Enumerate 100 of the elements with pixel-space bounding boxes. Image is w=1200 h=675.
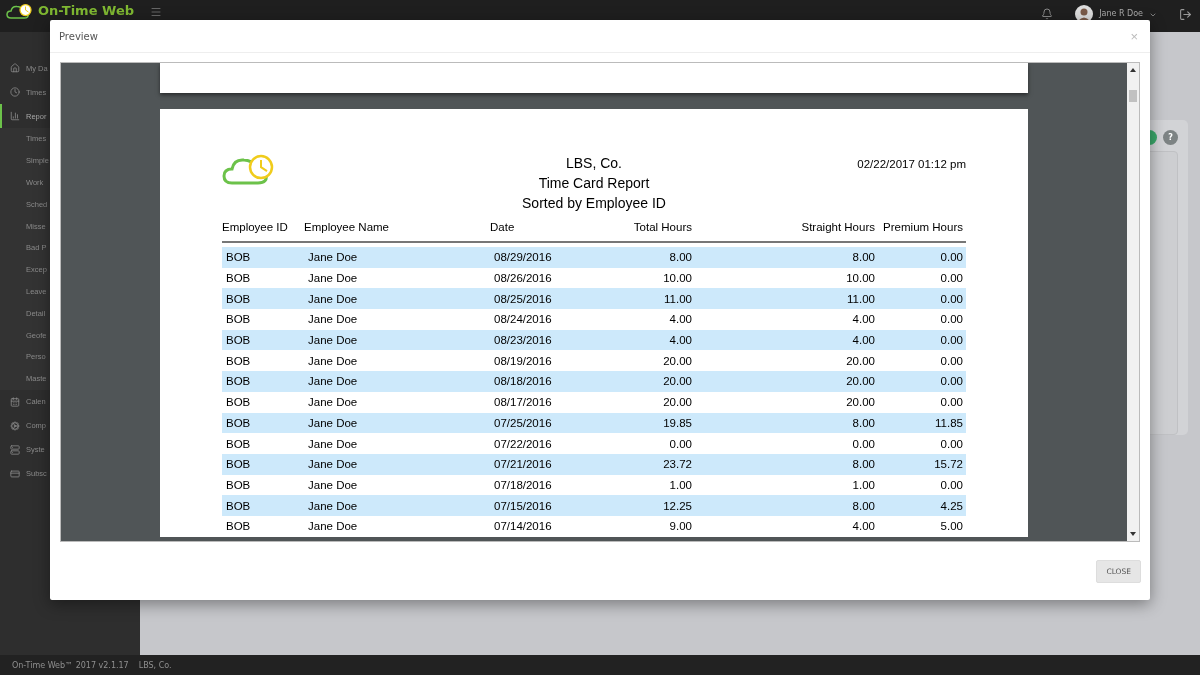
table-cell-text: Jane Doe bbox=[307, 458, 359, 471]
logout-icon[interactable] bbox=[1179, 8, 1192, 21]
table-cell-text: 08/23/2016 bbox=[493, 334, 553, 347]
table-cell-text: 5.00 bbox=[939, 520, 964, 533]
table-cell-text: BOB bbox=[225, 396, 252, 409]
table-cell-text: BOB bbox=[225, 334, 252, 347]
table-cell-text: 0.00 bbox=[939, 272, 964, 285]
table-cell-text: 4.00 bbox=[668, 313, 693, 326]
table-cell-text: BOB bbox=[225, 437, 252, 450]
report-title: Time Card Report bbox=[538, 174, 650, 193]
table-cell-text: 12.25 bbox=[662, 499, 693, 512]
table-cell-text: Jane Doe bbox=[307, 478, 359, 491]
table-cell-text: 08/18/2016 bbox=[493, 375, 553, 388]
company-name: LBS, Co. bbox=[138, 660, 172, 670]
table-cell-text: 9.00 bbox=[668, 520, 693, 533]
table-cell-text: 07/14/2016 bbox=[493, 520, 553, 533]
sidebar-icon bbox=[10, 420, 20, 431]
table-cell-text: Jane Doe bbox=[307, 437, 359, 450]
table-cell-text: Jane Doe bbox=[307, 520, 359, 533]
company-logo-icon bbox=[222, 153, 274, 186]
table-cell-text: 08/25/2016 bbox=[493, 292, 553, 305]
report-company: LBS, Co. bbox=[566, 154, 622, 173]
menu-icon[interactable] bbox=[150, 6, 162, 18]
table-cell-text: 20.00 bbox=[845, 354, 876, 367]
table-cell-text: 1.00 bbox=[851, 478, 876, 491]
caret-icon[interactable] bbox=[1149, 11, 1157, 19]
table-cell-text: 07/25/2016 bbox=[493, 416, 553, 429]
sidebar-icon bbox=[10, 111, 20, 121]
table-cell-text: 10.00 bbox=[662, 272, 693, 285]
table-cell-text: 08/19/2016 bbox=[493, 354, 553, 367]
table-cell-text: Jane Doe bbox=[307, 334, 359, 347]
table-cell-text: 08/24/2016 bbox=[493, 313, 553, 326]
table-cell-text: 0.00 bbox=[939, 354, 964, 367]
table-cell-text: 8.00 bbox=[851, 251, 876, 264]
table-cell-text: 0.00 bbox=[939, 437, 964, 450]
table-cell-text: 8.00 bbox=[851, 499, 876, 512]
version-text: On-Time Web™ 2017 v2.1.17 bbox=[12, 660, 129, 670]
table-cell-text: 11.85 bbox=[934, 416, 964, 429]
table-cell-text: 07/18/2016 bbox=[493, 478, 553, 491]
bell-icon[interactable] bbox=[1041, 8, 1054, 20]
column-header: Employee Name bbox=[304, 221, 390, 235]
sidebar-icon bbox=[10, 468, 20, 479]
report-timestamp: 02/22/2017 01:12 pm bbox=[856, 157, 966, 172]
table-cell-text: BOB bbox=[225, 251, 252, 264]
table-cell-text: Jane Doe bbox=[307, 272, 359, 285]
table-cell-text: 0.00 bbox=[939, 478, 964, 491]
table-cell-text: 4.00 bbox=[851, 334, 876, 347]
table-cell-text: 4.00 bbox=[851, 313, 876, 326]
table-cell-text: 20.00 bbox=[662, 354, 693, 367]
scrollbar[interactable] bbox=[1127, 63, 1139, 541]
table-cell-text: Jane Doe bbox=[307, 292, 359, 305]
table-cell-text: BOB bbox=[225, 416, 252, 429]
table-cell-text: 07/21/2016 bbox=[493, 458, 553, 471]
table-cell-text: 0.00 bbox=[939, 375, 964, 388]
table-cell-text: BOB bbox=[225, 313, 252, 326]
table-cell-text: 10.00 bbox=[845, 272, 876, 285]
table-cell-text: BOB bbox=[225, 458, 252, 471]
column-header: Premium Hours bbox=[882, 221, 964, 235]
table-cell-text: 11.00 bbox=[663, 292, 693, 305]
table-cell-text: BOB bbox=[225, 272, 252, 285]
table-cell-text: 08/26/2016 bbox=[493, 272, 553, 285]
sidebar-icon bbox=[10, 87, 20, 97]
table-cell-text: 8.00 bbox=[668, 251, 693, 264]
sidebar-icon bbox=[10, 63, 20, 73]
dialog-title: Preview bbox=[59, 30, 98, 42]
table-cell-text: 4.00 bbox=[668, 334, 693, 347]
table-cell-text: 20.00 bbox=[662, 396, 693, 409]
table-cell-text: BOB bbox=[225, 354, 252, 367]
table-cell-text: 20.00 bbox=[662, 375, 693, 388]
table-cell-text: Jane Doe bbox=[307, 354, 359, 367]
table-cell-text: 8.00 bbox=[851, 416, 876, 429]
table-cell-text: BOB bbox=[225, 499, 252, 512]
table-cell-text: 1.00 bbox=[668, 478, 693, 491]
table-cell-text: BOB bbox=[225, 520, 252, 533]
table-cell-text: 0.00 bbox=[939, 251, 964, 264]
column-header: Date bbox=[490, 221, 516, 235]
table-cell-text: 0.00 bbox=[939, 396, 964, 409]
table-cell-text: 0.00 bbox=[939, 334, 964, 347]
table-cell-text: BOB bbox=[225, 375, 252, 388]
column-header: Straight Hours bbox=[800, 221, 876, 235]
app-logo: On-Time Web bbox=[38, 3, 134, 18]
table-cell-text: 0.00 bbox=[668, 437, 693, 450]
table-cell-text: 4.00 bbox=[851, 520, 876, 533]
help-button[interactable]: ? bbox=[1163, 130, 1178, 145]
logo-icon bbox=[6, 3, 32, 20]
table-cell-text: BOB bbox=[225, 292, 252, 305]
table-cell-text: 0.00 bbox=[939, 313, 964, 326]
sidebar-icon bbox=[10, 444, 20, 455]
table-cell-text: 07/15/2016 bbox=[493, 499, 553, 512]
table-cell-text: 15.72 bbox=[933, 458, 964, 471]
table-cell-text: Jane Doe bbox=[307, 251, 359, 264]
table-cell-text: 08/17/2016 bbox=[493, 396, 553, 409]
table-cell-text: 23.72 bbox=[662, 458, 693, 471]
table-cell-text: 20.00 bbox=[845, 375, 876, 388]
table-cell-text: Jane Doe bbox=[307, 313, 359, 326]
column-header: Total Hours bbox=[632, 221, 693, 235]
table-cell-text: 20.00 bbox=[845, 396, 876, 409]
table-cell-text: Jane Doe bbox=[307, 375, 359, 388]
table-cell-text: 19.85 bbox=[662, 416, 693, 429]
table-cell-text: 0.00 bbox=[939, 292, 964, 305]
